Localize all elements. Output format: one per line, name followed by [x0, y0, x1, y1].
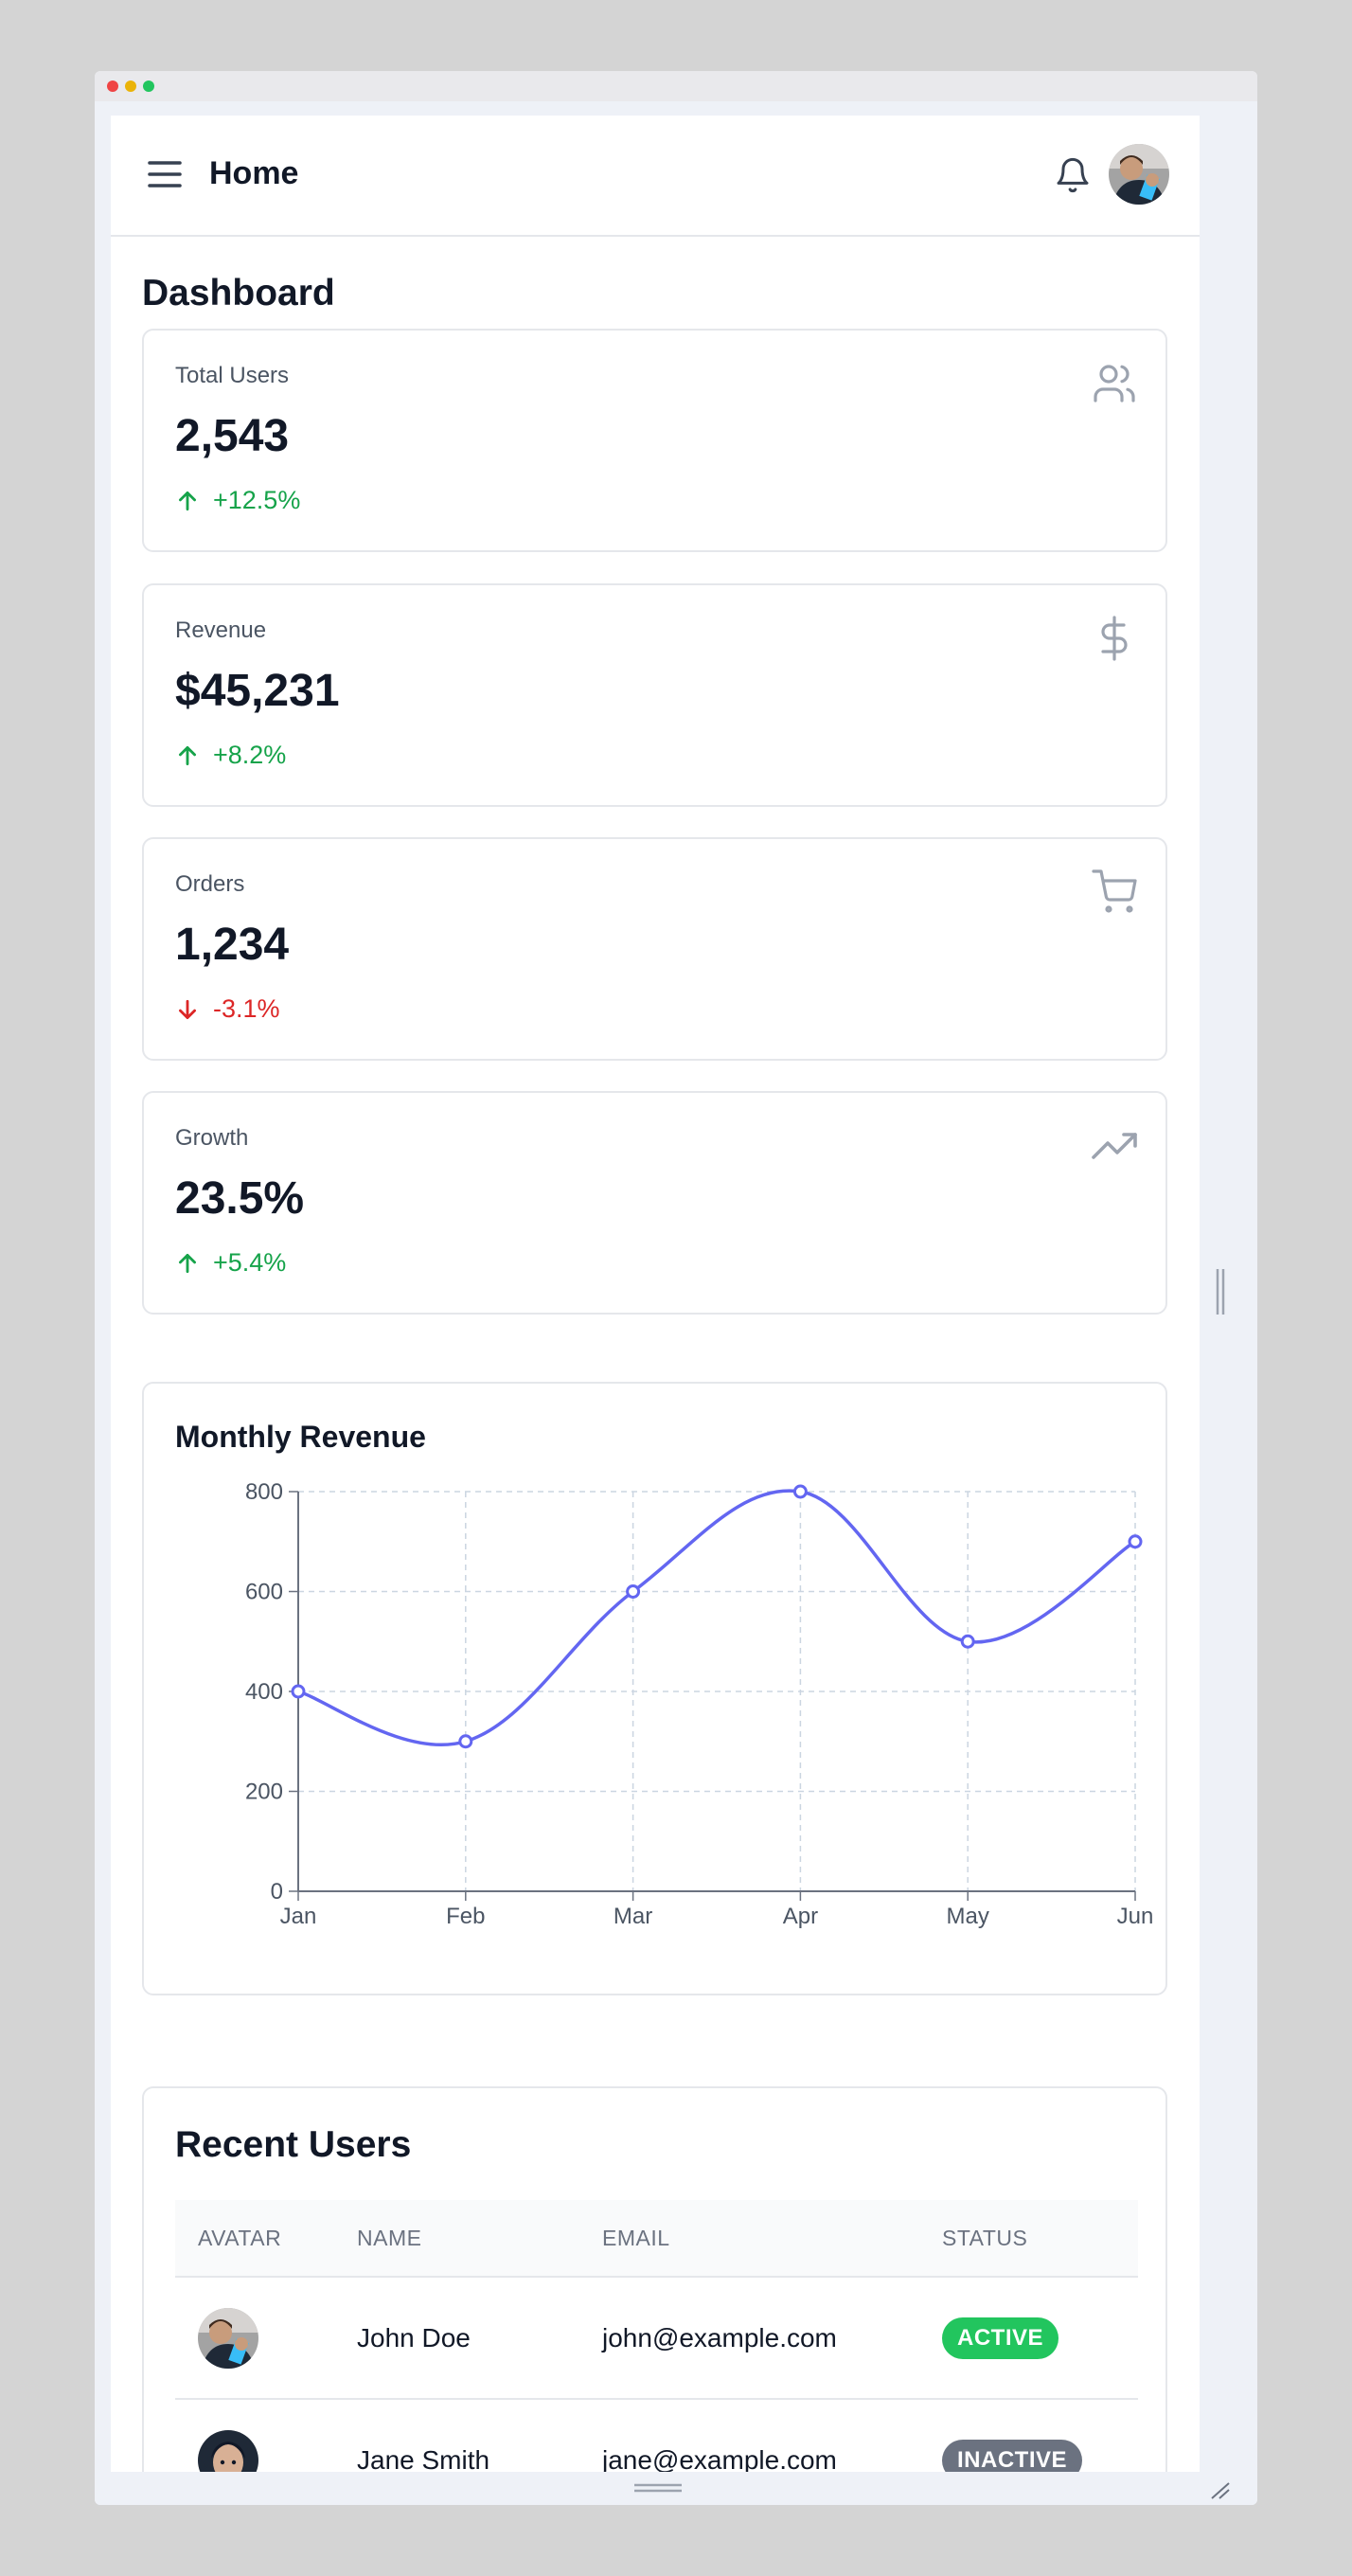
table-row[interactable]: John Doe john@example.com ACTIVE [175, 2277, 1138, 2400]
resize-corner-icon[interactable] [1208, 2479, 1233, 2502]
stat-card-revenue: Revenue $45,231 +8.2% [142, 583, 1167, 807]
y-tick-label: 800 [245, 1479, 283, 1505]
user-email: john@example.com [579, 2277, 919, 2400]
column-header-status[interactable]: STATUS [919, 2200, 1138, 2278]
x-tick-label: Jan [280, 1904, 317, 1929]
data-point [1128, 1534, 1143, 1549]
stat-change: +5.4% [175, 1248, 286, 1278]
stat-card-orders: Orders 1,234 -3.1% [142, 837, 1167, 1061]
y-tick-label: 600 [245, 1580, 283, 1605]
x-tick-label: Apr [783, 1904, 818, 1929]
user-avatar [198, 2307, 258, 2369]
stat-value: 23.5% [175, 1173, 305, 1224]
app-title: Home [209, 155, 299, 191]
users-table: AVATAR NAME EMAIL STATUS John Doe john@e… [175, 2200, 1138, 2472]
revenue-line-chart: 0 200 400 600 800 Jan Feb Mar Apr May Jun [245, 1479, 1154, 1929]
window-bottom-bar [95, 2472, 1257, 2505]
recent-users-card: Recent Users AVATAR NAME EMAIL STATUS Jo… [142, 2086, 1167, 2472]
stat-label: Revenue [175, 617, 267, 643]
user-email: jane@example.com [579, 2399, 919, 2472]
x-tick-label: May [947, 1904, 989, 1929]
x-tick-label: Jun [1117, 1904, 1154, 1929]
y-tick-label: 0 [271, 1879, 283, 1905]
stat-label: Orders [175, 871, 245, 897]
chart-title: Monthly Revenue [175, 1420, 426, 1454]
user-avatar[interactable] [1109, 144, 1169, 205]
stat-card-total-users: Total Users 2,543 +12.5% [142, 329, 1167, 552]
data-point [626, 1584, 641, 1599]
status-cell: ACTIVE [919, 2277, 1138, 2400]
table-row[interactable]: Jane Smith jane@example.com INACTIVE [175, 2399, 1138, 2472]
status-badge: ACTIVE [942, 2317, 1059, 2359]
arrow-up-icon [179, 1253, 196, 1273]
user-avatar [198, 2429, 258, 2472]
stat-value: 2,543 [175, 411, 290, 461]
bell-icon[interactable] [1054, 155, 1092, 195]
data-point [960, 1634, 975, 1649]
minimize-window-button[interactable] [125, 80, 136, 92]
scrollbar-handle[interactable] [1215, 1267, 1226, 1316]
x-tick-label: Feb [446, 1904, 485, 1929]
table-header-row: AVATAR NAME EMAIL STATUS [175, 2200, 1138, 2278]
stat-change-value: +5.4% [213, 1248, 287, 1277]
column-header-avatar[interactable]: AVATAR [175, 2200, 334, 2278]
user-name: Jane Smith [334, 2399, 579, 2472]
x-tick-label: Mar [614, 1904, 652, 1929]
data-point [458, 1734, 473, 1749]
recent-users-title: Recent Users [175, 2124, 412, 2165]
dollar-icon [1101, 616, 1128, 661]
y-tick-label: 400 [245, 1679, 283, 1705]
users-icon [1094, 365, 1135, 402]
stat-change: +12.5% [175, 486, 300, 515]
trending-up-icon [1092, 1133, 1137, 1159]
stat-change-value: +12.5% [213, 486, 301, 514]
stat-value: $45,231 [175, 666, 340, 716]
arrow-up-icon [179, 745, 196, 765]
data-point [291, 1684, 306, 1699]
arrow-down-icon [179, 999, 196, 1019]
status-badge: INACTIVE [942, 2439, 1083, 2472]
stat-change-value: -3.1% [213, 994, 280, 1023]
avatar-cell [175, 2277, 334, 2400]
stat-label: Total Users [175, 363, 290, 388]
app-header: Home [111, 116, 1200, 237]
menu-icon[interactable] [147, 157, 183, 191]
browser-window: Home Dashboard Total Users 2,543 +12.5% … [95, 71, 1257, 2505]
stat-change: +8.2% [175, 741, 286, 770]
app-viewport: Home Dashboard Total Users 2,543 +12.5% … [111, 116, 1200, 2472]
status-cell: INACTIVE [919, 2399, 1138, 2472]
column-header-name[interactable]: NAME [334, 2200, 579, 2278]
cart-icon [1092, 869, 1137, 913]
column-header-email[interactable]: EMAIL [579, 2200, 919, 2278]
stat-card-growth: Growth 23.5% +5.4% [142, 1091, 1167, 1315]
close-window-button[interactable] [107, 80, 118, 92]
stat-change-value: +8.2% [213, 741, 287, 769]
revenue-series-line [297, 1489, 1136, 1747]
drag-grip-icon[interactable] [632, 2481, 684, 2495]
y-tick-label: 200 [245, 1780, 283, 1805]
avatar-cell [175, 2399, 334, 2472]
arrow-up-icon [179, 491, 196, 510]
data-point [792, 1484, 808, 1499]
page-title: Dashboard [142, 273, 335, 313]
monthly-revenue-card: Monthly Revenue 0 200 400 600 800 Jan Feb Mar Ap… [142, 1382, 1167, 1995]
maximize-window-button[interactable] [143, 80, 154, 92]
window-titlebar [95, 71, 1257, 101]
stat-label: Growth [175, 1125, 249, 1151]
stat-value: 1,234 [175, 920, 290, 970]
stat-change: -3.1% [175, 994, 280, 1024]
user-name: John Doe [334, 2277, 579, 2400]
